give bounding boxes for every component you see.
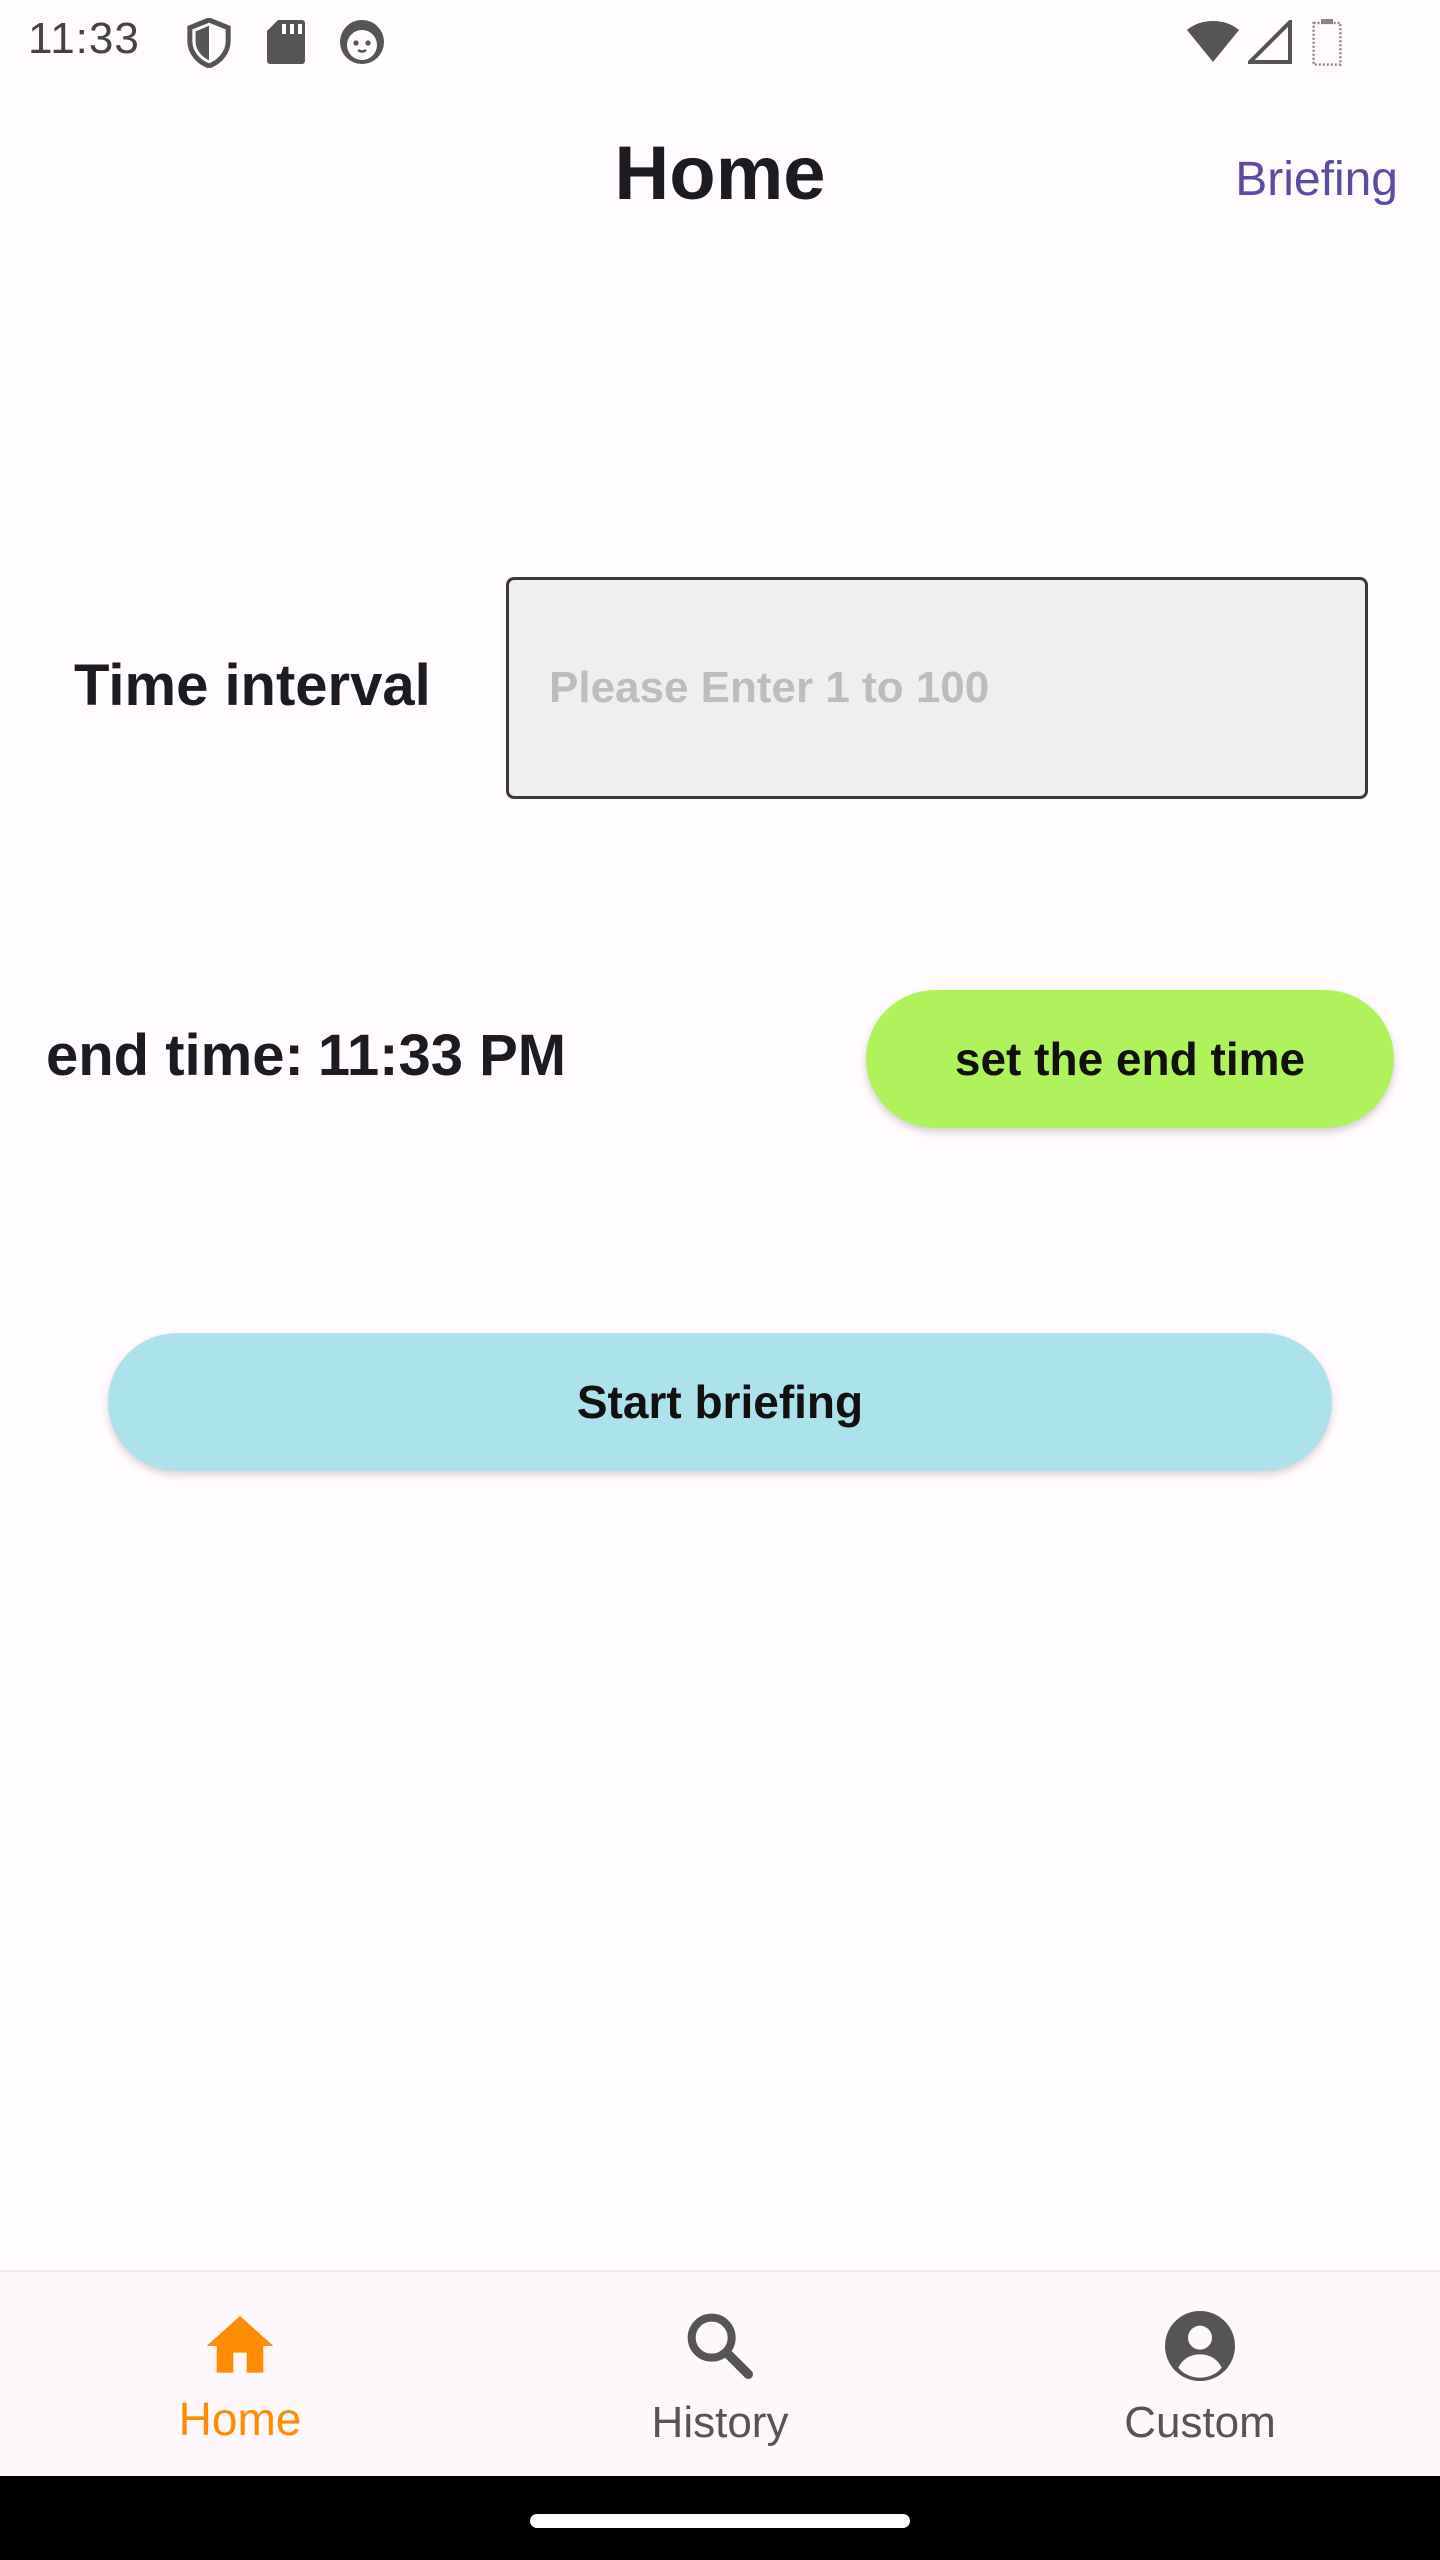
bottom-navigation: Home History Custom <box>0 2270 1440 2476</box>
signal-icon <box>1248 20 1292 64</box>
wifi-icon <box>1187 21 1239 62</box>
shield-icon <box>187 18 231 68</box>
system-navigation-bar <box>0 2476 1440 2560</box>
home-icon <box>206 2316 274 2373</box>
nav-item-custom[interactable]: Custom <box>960 2272 1440 2476</box>
start-briefing-button[interactable]: Start briefing <box>108 1333 1332 1471</box>
nav-item-history[interactable]: History <box>480 2272 960 2476</box>
end-time-prefix: end time: <box>46 1023 304 1088</box>
end-time-value: 11:33 PM <box>317 1023 567 1088</box>
nav-label-custom: Custom <box>1124 2398 1276 2447</box>
status-time: 11:33 <box>28 14 140 63</box>
cat-face-icon <box>340 20 384 64</box>
nav-label-home: Home <box>178 2393 302 2445</box>
page-title: Home <box>614 131 826 216</box>
gesture-handle[interactable] <box>530 2514 910 2528</box>
status-bar: 11:33 <box>0 0 1440 84</box>
time-interval-label: Time interval <box>74 653 431 718</box>
battery-icon <box>1312 19 1342 66</box>
nav-label-history: History <box>651 2398 789 2447</box>
nav-item-home[interactable]: Home <box>0 2272 480 2476</box>
search-icon <box>687 2313 753 2379</box>
briefing-action-button[interactable]: Briefing <box>1235 152 1398 207</box>
time-interval-input[interactable] <box>506 577 1368 799</box>
account-icon <box>1165 2311 1235 2381</box>
sd-card-icon <box>267 20 305 64</box>
end-time-display: end time: 11:33 PM <box>46 1022 566 1089</box>
set-end-time-button[interactable]: set the end time <box>866 990 1394 1128</box>
